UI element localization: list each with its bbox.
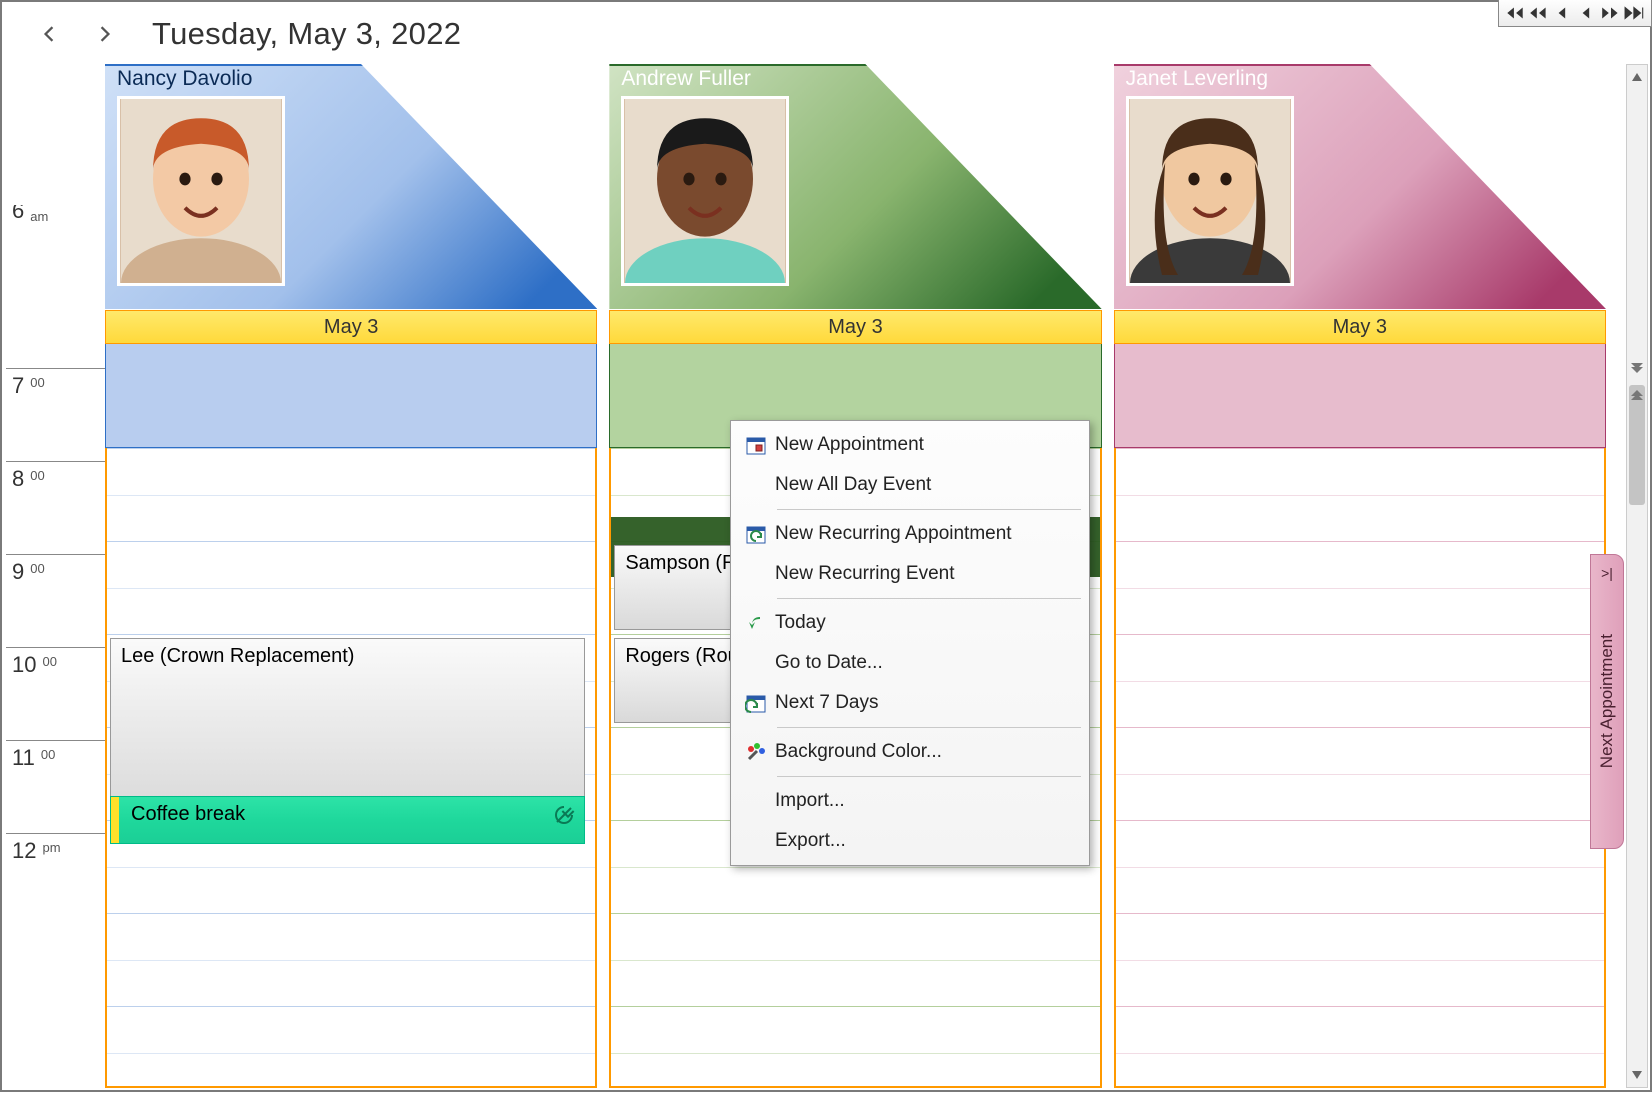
undo-icon	[737, 613, 775, 633]
collapse-up-button[interactable]	[1626, 382, 1648, 408]
avatar	[1126, 96, 1294, 286]
context-menu-label: New Appointment	[775, 434, 924, 456]
context-menu-separator	[777, 509, 1081, 510]
cal-recur-icon	[737, 523, 775, 545]
vcr-next-button[interactable]	[1575, 2, 1599, 24]
time-ruler: 6am7008009001000110012pm	[6, 275, 105, 1090]
context-menu: New Appointment New All Day Event New Recu…	[730, 420, 1090, 866]
context-menu-item[interactable]: Next 7 Days	[733, 683, 1087, 723]
context-menu-item[interactable]: Today	[733, 603, 1087, 643]
context-menu-label: Import...	[775, 790, 845, 812]
resource-name: Janet Leverling	[1126, 67, 1268, 91]
context-menu-item[interactable]: New All Day Event	[733, 465, 1087, 505]
collapse-down-button[interactable]	[1626, 355, 1648, 381]
resource-column: Nancy Davolio May 3 Lee (Crown Replacemen…	[105, 64, 597, 1088]
vcr-first-button[interactable]	[1503, 2, 1527, 24]
context-menu-label: Next 7 Days	[775, 692, 878, 714]
context-menu-item[interactable]: New Recurring Appointment	[733, 514, 1087, 554]
context-menu-label: Go to Date...	[775, 652, 883, 674]
time-ruler-hour: 1000	[6, 647, 105, 740]
context-menu-item[interactable]: New Appointment	[733, 425, 1087, 465]
timeslot-area[interactable]	[1114, 448, 1606, 1088]
date-navigator-vcr	[1498, 0, 1652, 27]
time-ruler-hour: 700	[6, 368, 105, 461]
palette-icon	[737, 741, 775, 763]
context-menu-item[interactable]: Go to Date...	[733, 643, 1087, 683]
timeslot-area[interactable]: Lee (Crown Replacement) Coffee break	[105, 448, 597, 1088]
date-header[interactable]: May 3	[1114, 310, 1606, 344]
next-appointment-tab[interactable]: Next Appointment	[1590, 554, 1624, 849]
appointment[interactable]: Lee (Crown Replacement)	[110, 638, 585, 816]
date-header[interactable]: May 3	[105, 310, 597, 344]
toolbar: Tuesday, May 3, 2022	[0, 4, 1652, 64]
context-menu-label: Background Color...	[775, 741, 942, 763]
time-ruler-hour: 1100	[6, 740, 105, 833]
avatar	[117, 96, 285, 286]
context-menu-label: Export...	[775, 830, 846, 852]
cal-new-icon	[737, 434, 775, 456]
vcr-fast-next-button[interactable]	[1599, 2, 1623, 24]
context-menu-label: New All Day Event	[775, 474, 931, 496]
vcr-fast-prev-button[interactable]	[1527, 2, 1551, 24]
resource-column: Janet Leverling May 3	[1114, 64, 1606, 1088]
context-menu-separator	[777, 598, 1081, 599]
time-ruler-hour: 12pm	[6, 833, 105, 926]
time-ruler-hour: 900	[6, 554, 105, 647]
context-menu-item[interactable]: Background Color...	[733, 732, 1087, 772]
avatar	[621, 96, 789, 286]
scroll-down-button[interactable]	[1627, 1063, 1647, 1087]
context-menu-item[interactable]: Export...	[733, 821, 1087, 861]
next-appointment-label: Next Appointment	[1597, 634, 1617, 768]
context-menu-label: New Recurring Event	[775, 563, 955, 585]
resource-name: Andrew Fuller	[621, 67, 751, 91]
next-day-button[interactable]	[88, 17, 122, 51]
scroll-up-button[interactable]	[1627, 65, 1647, 89]
appointment[interactable]: Coffee break	[110, 796, 585, 844]
context-menu-separator	[777, 776, 1081, 777]
date-header[interactable]: May 3	[609, 310, 1101, 344]
time-ruler-hour: 6am	[6, 205, 105, 228]
appointment-title: Coffee break	[131, 803, 245, 825]
context-menu-label: New Recurring Appointment	[775, 523, 1012, 545]
time-ruler-hour: 800	[6, 461, 105, 554]
vertical-scrollbar[interactable]	[1626, 64, 1648, 1088]
context-menu-item[interactable]: Import...	[733, 781, 1087, 821]
cal-7-icon	[737, 692, 775, 714]
page-title: Tuesday, May 3, 2022	[152, 16, 461, 52]
context-menu-label: Today	[775, 612, 826, 634]
vcr-prev-button[interactable]	[1551, 2, 1575, 24]
all-day-zone[interactable]	[1114, 344, 1606, 448]
context-menu-separator	[777, 727, 1081, 728]
all-day-zone[interactable]	[105, 344, 597, 448]
recurring-icon	[552, 803, 576, 827]
resource-name: Nancy Davolio	[117, 67, 252, 91]
prev-day-button[interactable]	[32, 17, 66, 51]
context-menu-item[interactable]: New Recurring Event	[733, 554, 1087, 594]
vcr-last-button[interactable]	[1623, 2, 1647, 24]
appointment-title: Lee (Crown Replacement)	[121, 645, 354, 667]
